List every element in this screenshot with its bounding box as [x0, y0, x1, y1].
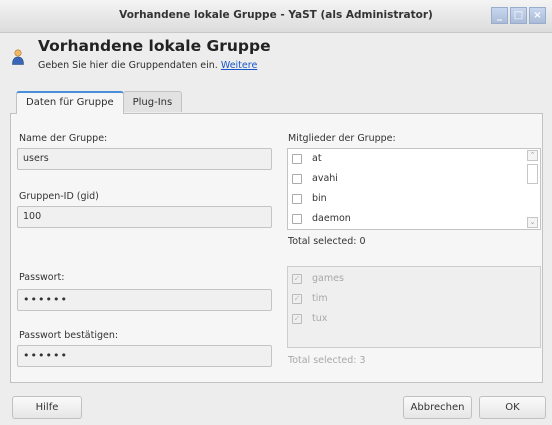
checkbox[interactable]: [292, 174, 302, 184]
ok-button[interactable]: OK: [479, 396, 546, 419]
checkbox[interactable]: [292, 154, 302, 164]
page-subtitle: Geben Sie hier die Gruppendaten ein. Wei…: [38, 60, 257, 71]
user-icon: [12, 49, 24, 65]
password-confirm-input[interactable]: ••••••: [17, 345, 272, 367]
checkbox-checked-icon: ✓: [292, 274, 302, 284]
tab-plugins[interactable]: Plug-Ins: [122, 91, 183, 112]
members-list[interactable]: at avahi bin daemon ⌃ ⌄: [287, 148, 541, 230]
help-button[interactable]: Hilfe: [12, 396, 82, 419]
list-item: ✓ tux: [292, 313, 328, 324]
group-name-label: Name der Gruppe:: [19, 133, 108, 144]
password-label: Passwort:: [19, 272, 65, 283]
scroll-down-icon[interactable]: ⌄: [527, 217, 538, 228]
checkbox-checked-icon: ✓: [292, 314, 302, 324]
maximize-button[interactable]: □: [510, 7, 527, 24]
members-total: Total selected: 0: [288, 236, 366, 247]
scroll-thumb[interactable]: [527, 164, 538, 184]
gid-label: Gruppen-ID (gid): [19, 191, 99, 202]
members-label: Mitglieder der Gruppe:: [288, 133, 396, 144]
list-item[interactable]: daemon: [288, 209, 540, 229]
list-item[interactable]: at: [288, 149, 540, 169]
dialog-header: Vorhandene lokale Gruppe Geben Sie hier …: [0, 33, 552, 79]
close-button[interactable]: ×: [529, 7, 546, 24]
system-members-total: Total selected: 3: [288, 355, 366, 366]
cancel-button[interactable]: Abbrechen: [403, 396, 472, 419]
tab-group-data[interactable]: Daten für Gruppe: [16, 91, 124, 114]
checkbox-checked-icon: ✓: [292, 294, 302, 304]
minimize-button[interactable]: _: [491, 7, 508, 24]
subtitle-text: Geben Sie hier die Gruppendaten ein.: [38, 60, 218, 71]
window-title: Vorhandene lokale Gruppe - YaST (als Adm…: [119, 9, 433, 21]
page-title: Vorhandene lokale Gruppe: [38, 37, 271, 55]
list-item: ✓ tim: [292, 293, 328, 304]
tab-bar: Daten für Gruppe Plug-Ins: [16, 91, 183, 114]
password-input[interactable]: ••••••: [17, 289, 272, 311]
checkbox[interactable]: [292, 214, 302, 224]
list-item[interactable]: bin: [288, 189, 540, 209]
password-confirm-label: Passwort bestätigen:: [19, 330, 119, 341]
more-link[interactable]: Weitere: [221, 60, 257, 71]
list-item[interactable]: avahi: [288, 169, 540, 189]
group-name-input[interactable]: users: [17, 148, 272, 170]
window-controls: _ □ ×: [489, 7, 546, 24]
members-scrollbar[interactable]: ⌃ ⌄: [527, 150, 538, 228]
gid-input[interactable]: 100: [17, 206, 272, 228]
checkbox[interactable]: [292, 194, 302, 204]
list-item: ✓ games: [292, 273, 344, 284]
system-members-list: ✓ games ✓ tim ✓ tux: [287, 266, 541, 348]
scroll-up-icon[interactable]: ⌃: [527, 150, 538, 161]
window-titlebar: Vorhandene lokale Gruppe - YaST (als Adm…: [0, 0, 552, 33]
